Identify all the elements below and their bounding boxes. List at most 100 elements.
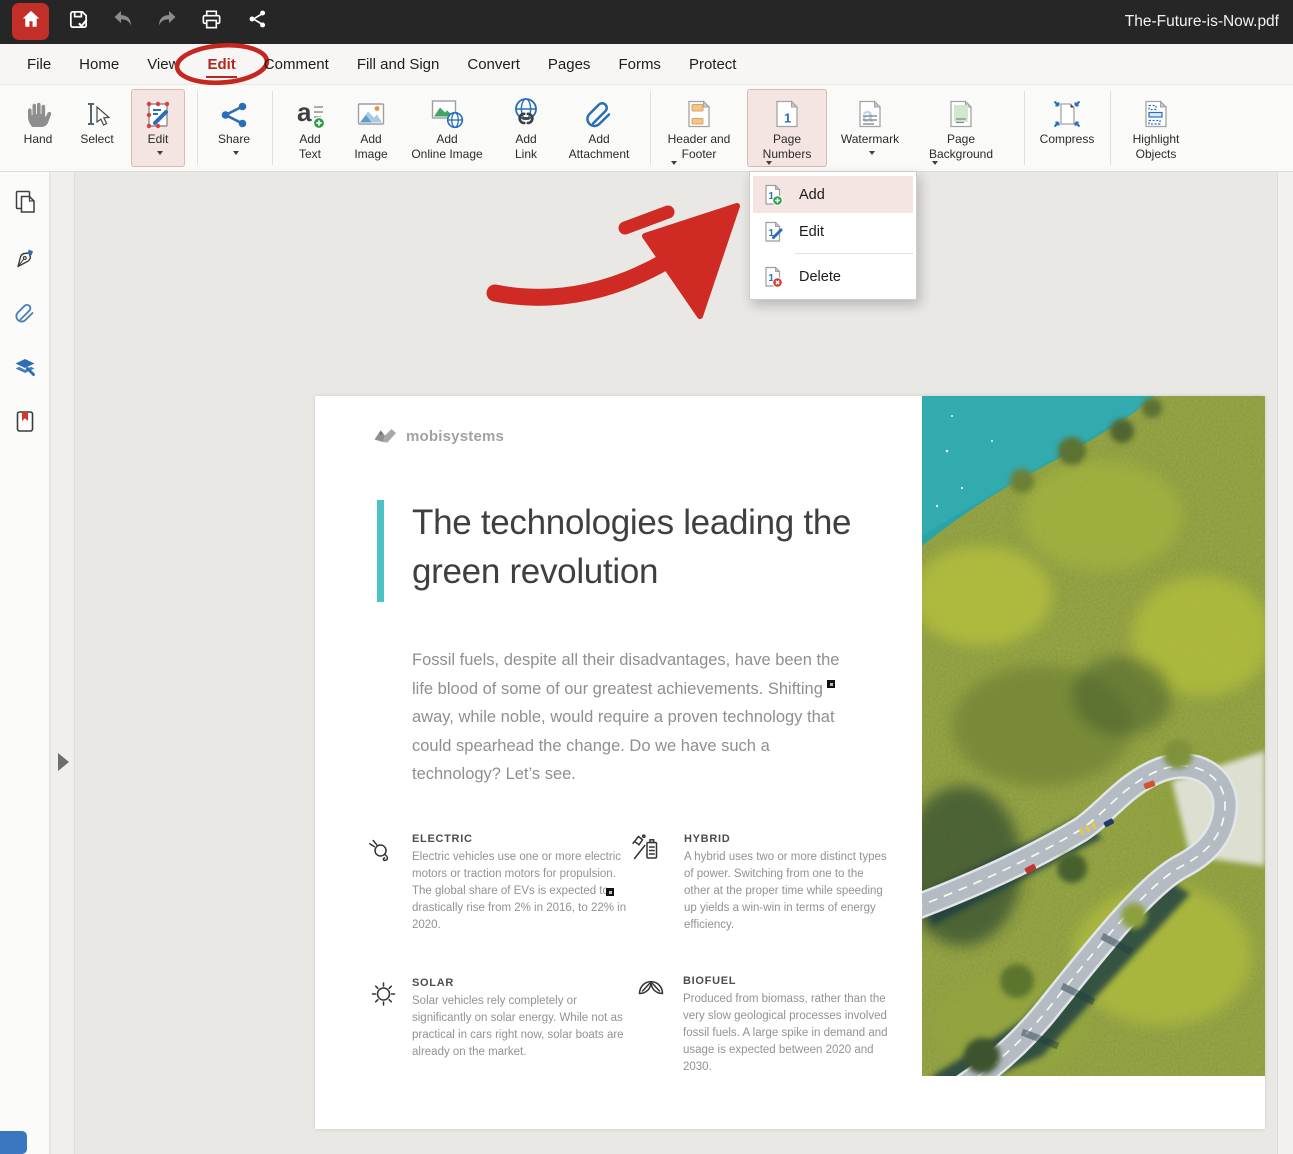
page-number-add-icon: 1 bbox=[762, 183, 786, 207]
ribbon-page-numbers-button[interactable]: 1 PageNumbers bbox=[747, 89, 827, 167]
feature-electric: ELECTRIC Electric vehicles use one or mo… bbox=[412, 833, 632, 934]
chevron-down-icon bbox=[932, 161, 938, 165]
feature-heading: BIOFUEL bbox=[683, 975, 897, 987]
add-image-icon bbox=[355, 90, 387, 132]
ribbon-separator bbox=[272, 91, 273, 165]
ribbon-add-link-button[interactable]: AddLink bbox=[497, 89, 555, 167]
tab-file[interactable]: File bbox=[13, 44, 65, 84]
signature-pen-icon bbox=[12, 245, 38, 271]
menu-separator bbox=[795, 253, 913, 254]
bottom-left-panel-button[interactable] bbox=[0, 1131, 27, 1154]
menu-item-edit[interactable]: 1 Edit bbox=[753, 213, 913, 250]
left-panel-bar bbox=[0, 172, 50, 1154]
svg-text:a: a bbox=[297, 98, 312, 127]
mobisystems-logo-icon bbox=[373, 426, 399, 446]
undo-button[interactable] bbox=[104, 3, 141, 40]
page-number-edit-icon: 1 bbox=[762, 220, 786, 244]
sidebar-item-fill-and-sign[interactable] bbox=[12, 245, 38, 271]
page-numbers-menu: 1 Add 1 Edit 1 D bbox=[749, 171, 917, 300]
hand-icon bbox=[23, 90, 53, 132]
menu-item-label: Delete bbox=[799, 269, 841, 285]
menu-tabbar: File Home View Edit Comment Fill and Sig… bbox=[0, 44, 1293, 85]
chevron-down-icon bbox=[869, 151, 875, 155]
document-photo[interactable] bbox=[922, 396, 1265, 1076]
tab-comment[interactable]: Comment bbox=[250, 44, 343, 84]
stamps-layers-icon bbox=[12, 354, 38, 380]
active-tab-underline bbox=[206, 76, 236, 78]
chevron-down-icon bbox=[766, 161, 772, 165]
tab-protect[interactable]: Protect bbox=[675, 44, 751, 84]
biofuel-leaves-icon bbox=[635, 974, 667, 1011]
panel-resize-strip bbox=[51, 172, 75, 1154]
tab-pages[interactable]: Pages bbox=[534, 44, 605, 84]
title-accent-bar bbox=[377, 500, 384, 602]
ribbon-add-online-image-button[interactable]: AddOnline Image bbox=[405, 89, 489, 167]
home-button[interactable] bbox=[12, 3, 49, 40]
object-marker[interactable] bbox=[827, 680, 835, 688]
share-button-titlebar[interactable] bbox=[239, 3, 276, 40]
sidebar-item-stamps[interactable] bbox=[12, 354, 38, 380]
home-icon bbox=[20, 8, 42, 35]
feature-solar: SOLAR Solar vehicles rely completely or … bbox=[412, 977, 636, 1061]
ribbon-add-image-button[interactable]: AddImage bbox=[341, 89, 401, 167]
sidebar-item-attachments[interactable] bbox=[12, 300, 38, 326]
ribbon-add-attachment-button[interactable]: AddAttachment bbox=[559, 89, 639, 167]
ribbon-toolbar: Hand Select Edit bbox=[0, 85, 1293, 172]
ribbon-compress-button[interactable]: Compress bbox=[1036, 89, 1098, 167]
menu-item-delete[interactable]: 1 Delete bbox=[753, 258, 913, 295]
vertical-scrollbar[interactable] bbox=[1277, 172, 1293, 1154]
undo-icon bbox=[111, 7, 135, 36]
feature-body: A hybrid uses two or more distinct types… bbox=[684, 849, 892, 934]
paperclip-icon bbox=[12, 300, 38, 326]
menu-item-label: Edit bbox=[799, 224, 824, 240]
edit-object-icon bbox=[143, 90, 173, 132]
tab-view[interactable]: View bbox=[133, 44, 193, 84]
hybrid-fuel-icon bbox=[631, 832, 663, 869]
ribbon-separator bbox=[1024, 91, 1025, 165]
ribbon-watermark-button[interactable]: a Watermark bbox=[833, 89, 907, 167]
page-number-delete-icon: 1 bbox=[762, 265, 786, 289]
tab-convert[interactable]: Convert bbox=[453, 44, 534, 84]
ribbon-header-footer-button[interactable]: Header andFooter bbox=[659, 89, 739, 167]
chevron-down-icon bbox=[671, 161, 677, 165]
ribbon-add-text-button[interactable]: a AddText bbox=[282, 89, 338, 167]
ribbon-share-button[interactable]: Share bbox=[206, 89, 262, 167]
share-blue-icon bbox=[219, 90, 249, 132]
pdf-page: mobisystems The technologies leading the… bbox=[315, 396, 1265, 1129]
ribbon-highlight-objects-button[interactable]: HighlightObjects bbox=[1118, 89, 1194, 167]
tab-fill-and-sign[interactable]: Fill and Sign bbox=[343, 44, 454, 84]
pages-icon bbox=[12, 189, 38, 215]
feature-body: Produced from biomass, rather than the v… bbox=[683, 991, 897, 1076]
document-heading: The technologies leading the green revol… bbox=[412, 498, 872, 596]
add-link-icon bbox=[509, 90, 543, 132]
object-marker[interactable] bbox=[606, 888, 614, 896]
feature-biofuel: BIOFUEL Produced from biomass, rather th… bbox=[683, 975, 897, 1076]
feature-hybrid: HYBRID A hybrid uses two or more distinc… bbox=[684, 833, 892, 934]
redo-button[interactable] bbox=[148, 3, 185, 40]
save-icon bbox=[67, 8, 90, 36]
menu-item-add[interactable]: 1 Add bbox=[753, 176, 913, 213]
add-text-icon: a bbox=[294, 90, 326, 132]
tab-edit[interactable]: Edit bbox=[193, 44, 249, 84]
ribbon-edit-button[interactable]: Edit bbox=[131, 89, 185, 167]
panel-expand-button[interactable] bbox=[58, 753, 69, 771]
feature-heading: SOLAR bbox=[412, 977, 636, 989]
sidebar-item-pages[interactable] bbox=[12, 189, 38, 215]
document-filename: The-Future-is-Now.pdf bbox=[1125, 0, 1279, 44]
chevron-down-icon bbox=[233, 151, 239, 155]
page-background-icon bbox=[945, 90, 977, 132]
svg-text:1: 1 bbox=[784, 111, 791, 126]
tab-forms[interactable]: Forms bbox=[604, 44, 675, 84]
electric-plug-icon bbox=[365, 834, 397, 871]
feature-body: Electric vehicles use one or more electr… bbox=[412, 849, 632, 934]
tab-home[interactable]: Home bbox=[65, 44, 133, 84]
feature-body: Solar vehicles rely completely or signif… bbox=[412, 993, 636, 1061]
save-button[interactable] bbox=[60, 3, 97, 40]
redo-icon bbox=[155, 7, 179, 36]
ribbon-page-background-button[interactable]: PageBackground bbox=[911, 89, 1011, 167]
ribbon-hand-button[interactable]: Hand bbox=[10, 89, 66, 167]
share-icon bbox=[247, 8, 269, 35]
print-button[interactable] bbox=[193, 3, 230, 40]
sidebar-item-bookmarks[interactable] bbox=[12, 409, 38, 435]
ribbon-select-button[interactable]: Select bbox=[69, 89, 125, 167]
